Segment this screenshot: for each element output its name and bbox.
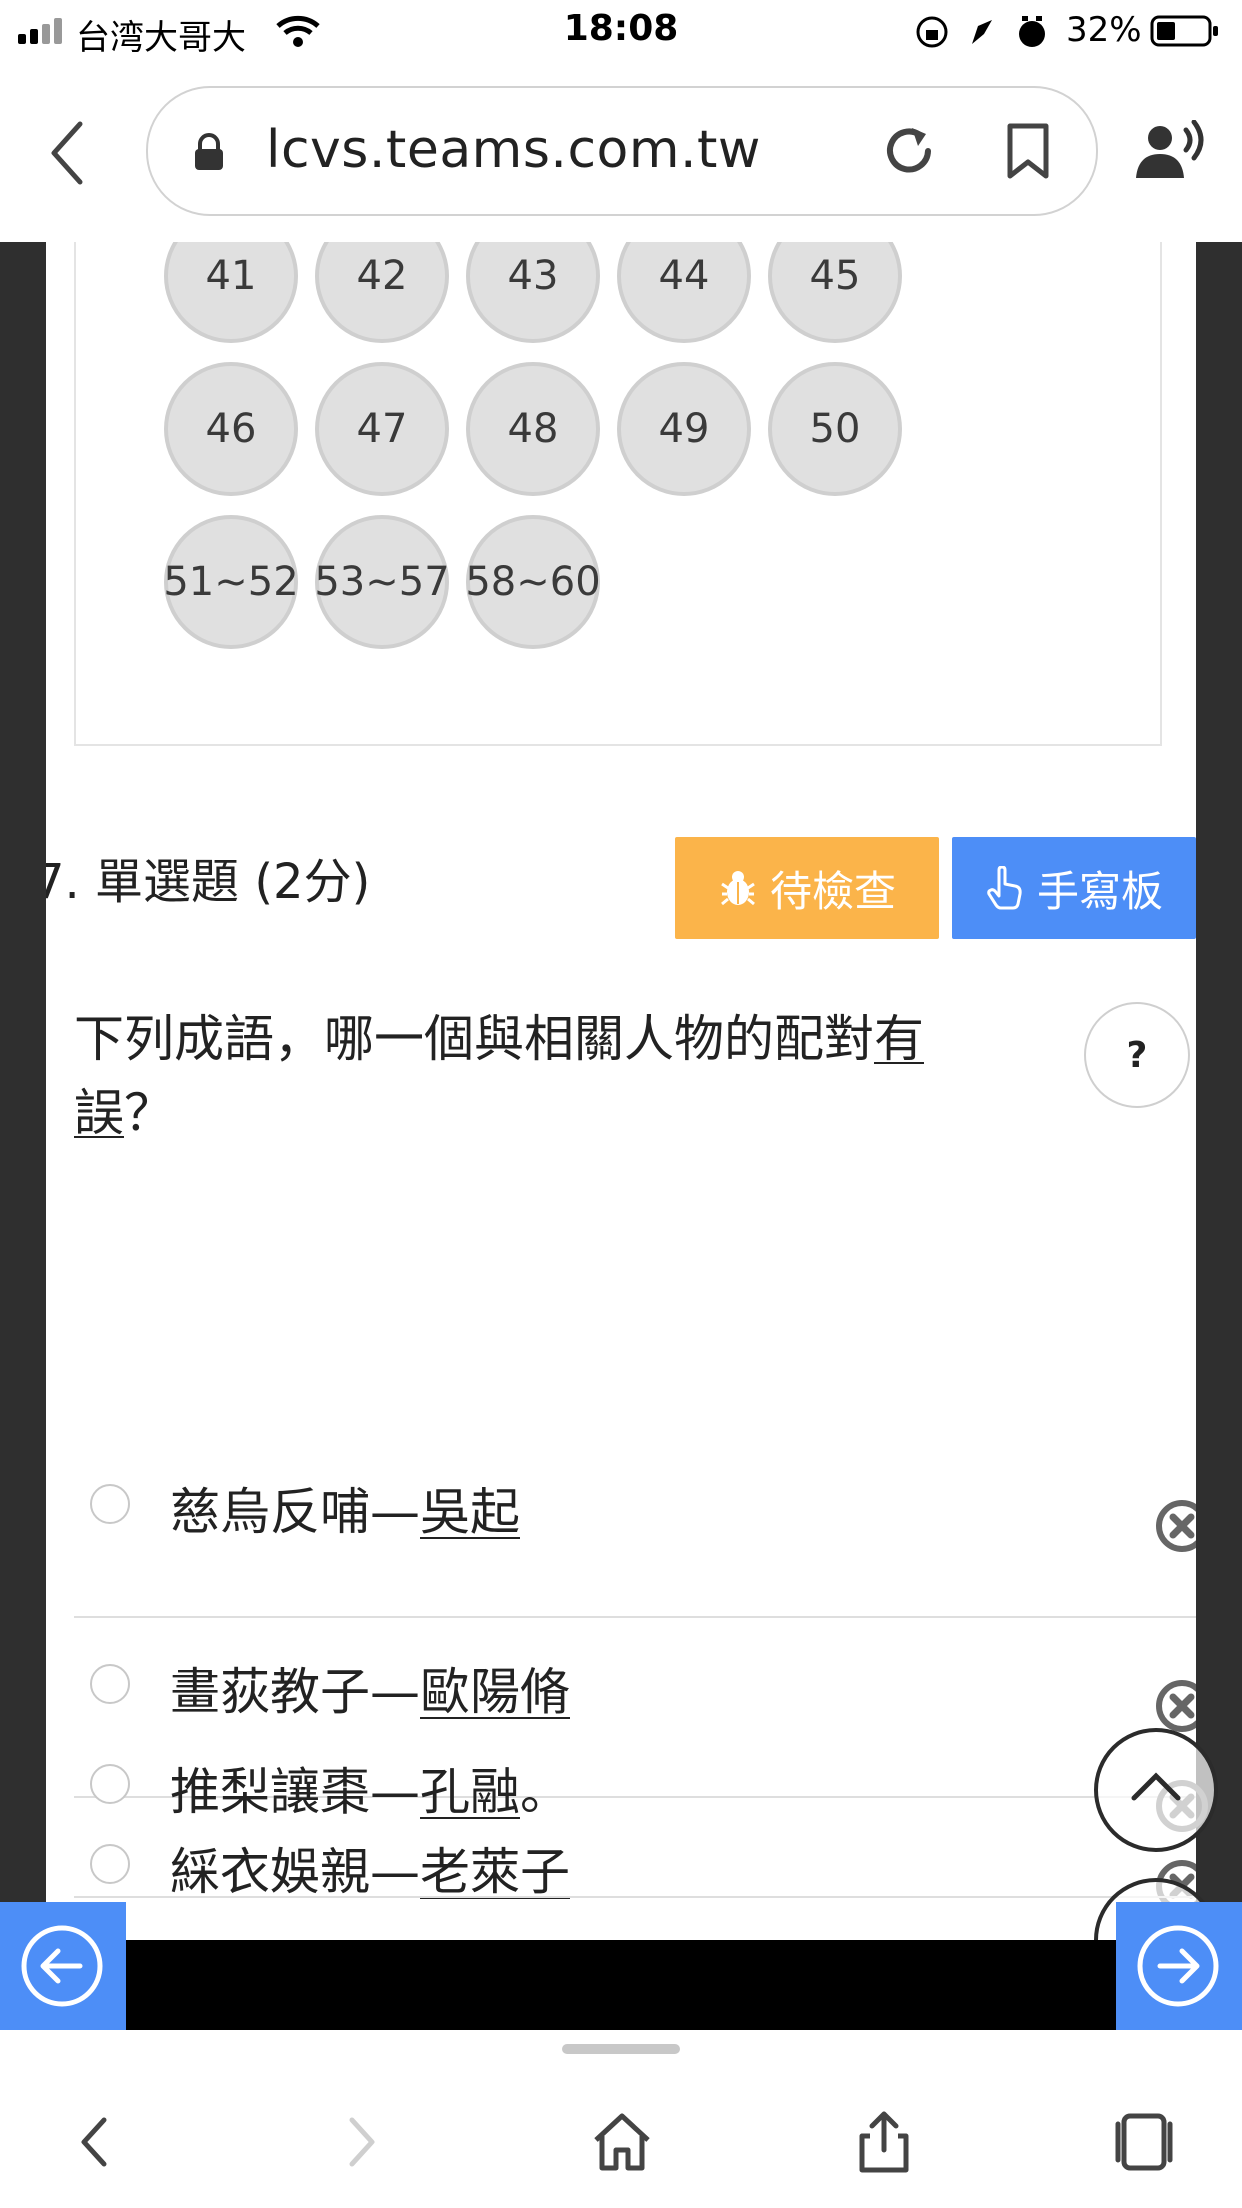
question-nav-button[interactable]: 42 (315, 242, 449, 343)
question-stem-text: 下列成語，哪一個與相關人物的配對 (74, 1010, 874, 1068)
previous-question-button[interactable] (0, 1902, 126, 2030)
status-bar: 台湾大哥大 18:08 32% (0, 0, 1242, 64)
lock-icon (195, 133, 223, 170)
question-nav-button[interactable]: 58~60 (465, 515, 601, 649)
question-nav-button[interactable]: 41 (164, 242, 298, 343)
option-text: 推梨讓棗—孔融。 (170, 1752, 570, 1824)
option-text: 慈烏反哺—吳起 (170, 1472, 520, 1544)
help-button[interactable]: ? (1084, 1002, 1190, 1108)
hand-pointer-icon (987, 866, 1022, 910)
option-idiom: 畫荻教子— (170, 1663, 420, 1721)
arrow-left-icon (21, 1925, 103, 2007)
browser-bottom-toolbar (0, 2030, 1242, 2208)
arrow-right-icon (1137, 1925, 1219, 2007)
remove-icon[interactable] (1154, 1498, 1196, 1554)
question-nav-button[interactable]: 44 (617, 242, 751, 343)
answer-option[interactable]: 推梨讓棗—孔融。 (74, 1718, 1208, 1898)
chevron-up-icon (1131, 1772, 1181, 1801)
option-text: 畫荻教子—歐陽脩 (170, 1652, 570, 1724)
battery-percentage: 32% (1066, 10, 1142, 50)
help-icon: ? (1126, 1034, 1148, 1076)
handwriting-pad-button[interactable]: 手寫板 (952, 837, 1196, 939)
next-question-button[interactable] (1116, 1902, 1242, 2030)
question-nav-button[interactable]: 47 (315, 362, 449, 496)
back-icon[interactable] (64, 2110, 128, 2174)
reload-icon[interactable] (880, 122, 938, 180)
tabs-icon[interactable] (1112, 2110, 1176, 2174)
question-nav-button[interactable]: 50 (768, 362, 902, 496)
question-nav-button[interactable]: 48 (466, 362, 600, 496)
exam-content: 41 42 43 44 45 46 47 48 49 50 51~52 53~5… (46, 242, 1196, 1942)
question-nav-button[interactable]: 45 (768, 242, 902, 343)
question-stem: 下列成語，哪一個與相關人物的配對有誤？ (74, 1002, 994, 1150)
scroll-to-top-button[interactable] (1094, 1728, 1218, 1852)
question-nav-panel: 41 42 43 44 45 46 47 48 49 50 51~52 53~5… (74, 242, 1162, 746)
option-radio[interactable] (90, 1484, 130, 1524)
question-title: 7. 單選題 (2分) (46, 854, 371, 910)
url-text: lcvs.teams.com.tw (266, 120, 761, 180)
question-nav-button[interactable]: 51~52 (163, 515, 299, 649)
question-nav-button[interactable]: 46 (164, 362, 298, 496)
battery-icon (1150, 15, 1218, 47)
question-nav-button[interactable]: 53~57 (314, 515, 450, 649)
option-person: 歐陽脩 (420, 1663, 570, 1721)
option-person: 孔融 (420, 1763, 520, 1821)
speaker-icon[interactable] (1134, 120, 1208, 184)
answer-option[interactable]: 慈烏反哺—吳起 (74, 1438, 1196, 1618)
browser-back-icon[interactable] (44, 118, 94, 188)
address-bar[interactable]: lcvs.teams.com.tw (146, 86, 1098, 216)
bug-icon (721, 871, 755, 906)
option-idiom: 慈烏反哺— (170, 1483, 420, 1541)
option-suffix: 。 (520, 1763, 570, 1821)
home-icon[interactable] (590, 2110, 654, 2174)
handwriting-pad-label: 手寫板 (1036, 866, 1163, 916)
option-idiom: 推梨讓棗— (170, 1763, 420, 1821)
browser-toolbar: lcvs.teams.com.tw (0, 64, 1242, 244)
question-stem-mark: ？ (124, 1084, 174, 1142)
status-indicator-icons (916, 16, 1045, 48)
option-person: 吳起 (420, 1483, 520, 1541)
bottom-nav-bar (126, 1940, 1116, 2030)
option-radio[interactable] (90, 1664, 130, 1704)
question-nav-button[interactable]: 43 (466, 242, 600, 343)
page-side-band (1196, 242, 1242, 1942)
page-side-band (0, 242, 46, 1942)
option-radio[interactable] (90, 1764, 130, 1804)
toolbar-grabber[interactable] (562, 2044, 680, 2054)
question-nav-button[interactable]: 49 (617, 362, 751, 496)
bookmark-icon[interactable] (1004, 122, 1052, 180)
mark-for-review-button[interactable]: 待檢查 (675, 837, 939, 939)
mark-for-review-label: 待檢查 (769, 866, 896, 916)
share-icon[interactable] (852, 2110, 916, 2174)
forward-icon[interactable] (328, 2110, 392, 2174)
